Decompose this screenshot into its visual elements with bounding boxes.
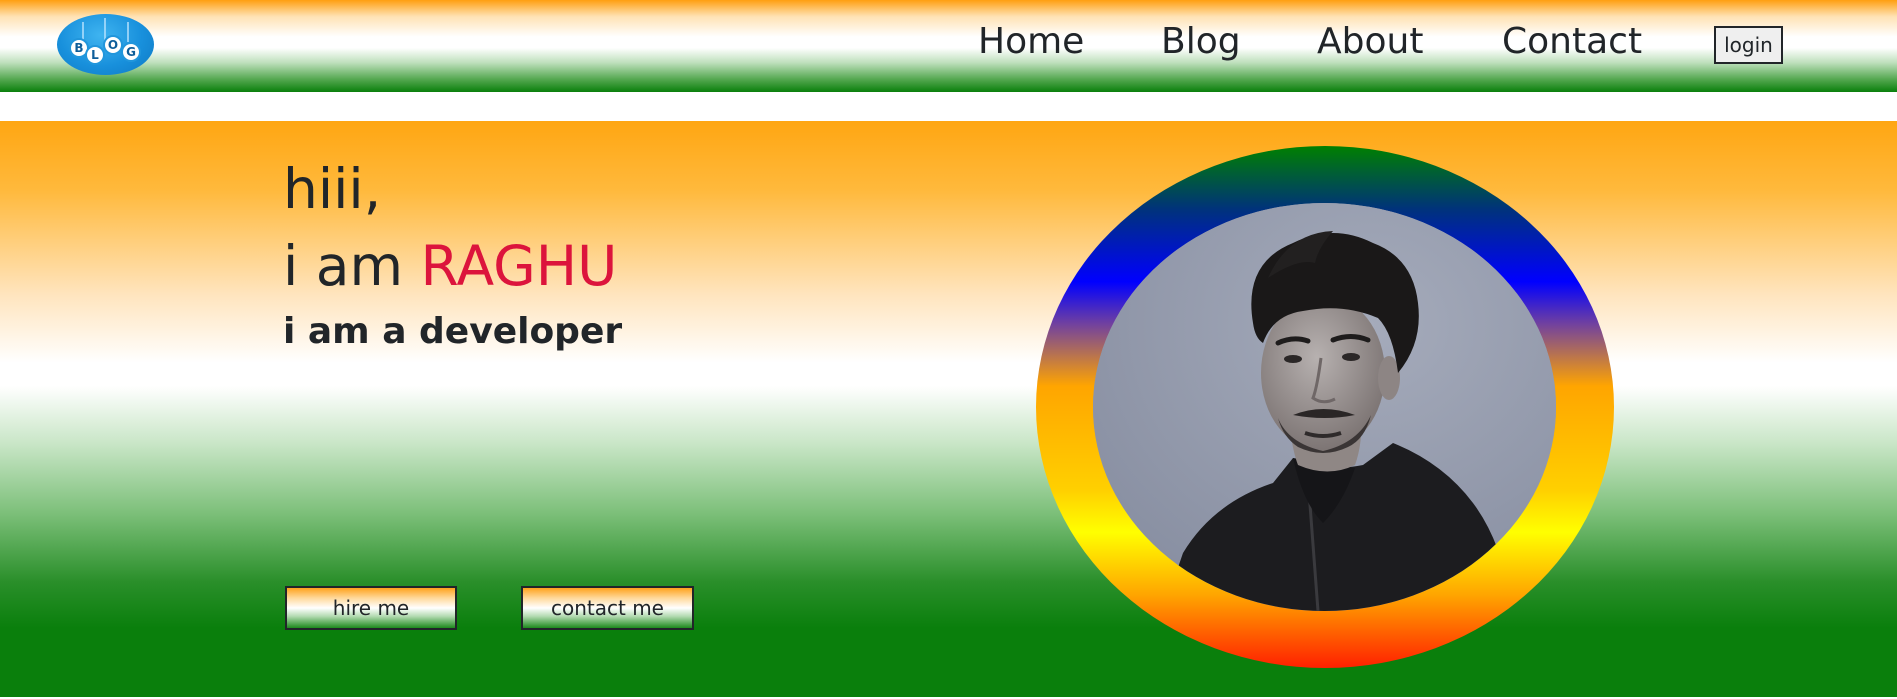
site-header: B L O G Home Blog About Contact login [0, 0, 1897, 92]
logo-letter: O [103, 35, 123, 55]
logo-pin-decoration [127, 22, 129, 42]
profile-frame-ring [1036, 146, 1614, 668]
hero-section: hiii, i am RAGHU i am a developer hire m… [0, 121, 1897, 697]
profile-portrait-image [1093, 203, 1556, 611]
logo-letter: G [121, 42, 141, 62]
nav-contact[interactable]: Contact [1502, 18, 1642, 66]
contact-me-button[interactable]: contact me [521, 586, 694, 630]
logo-letter: L [85, 45, 105, 65]
nav-home[interactable]: Home [978, 18, 1084, 66]
intro-prefix: i am [283, 234, 421, 298]
nav-about[interactable]: About [1317, 18, 1423, 66]
profile-photo [1093, 203, 1556, 611]
role-subtitle: i am a developer [283, 311, 623, 352]
hire-me-button[interactable]: hire me [285, 586, 457, 630]
blog-logo[interactable]: B L O G [57, 14, 154, 75]
login-button[interactable]: login [1714, 26, 1783, 64]
greeting-text: hiii, [283, 157, 382, 221]
intro-heading: i am RAGHU [283, 231, 617, 301]
name-highlight: RAGHU [420, 234, 618, 298]
nav-blog[interactable]: Blog [1161, 18, 1241, 66]
